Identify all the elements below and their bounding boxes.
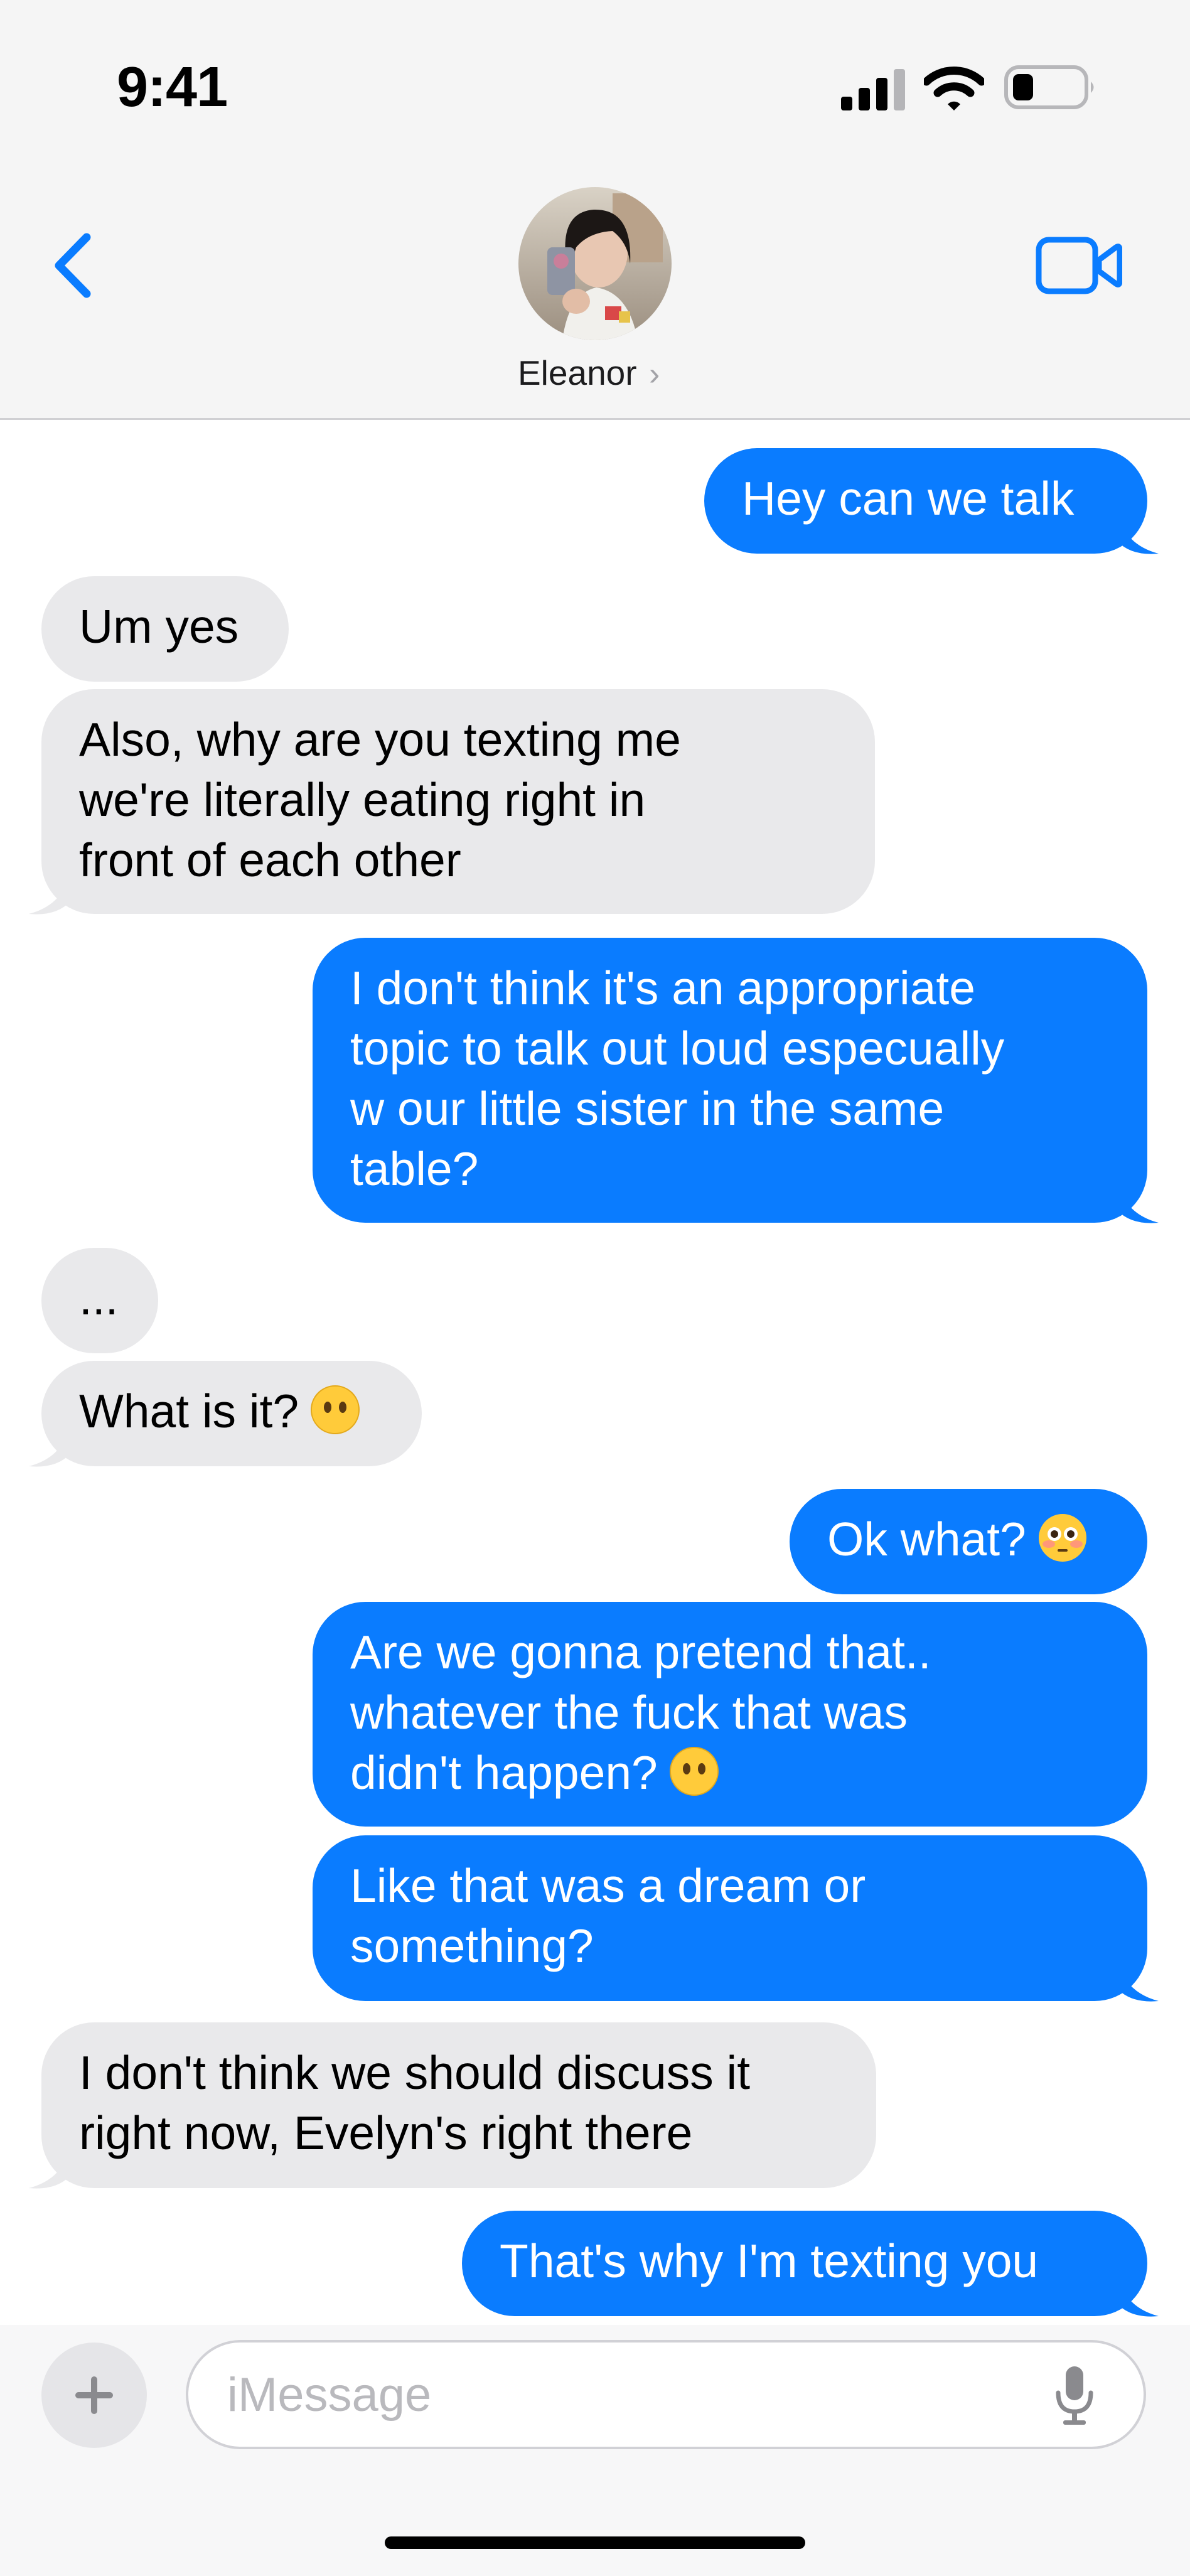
- received-message-bubble[interactable]: Um yes: [41, 576, 289, 682]
- plus-icon: [75, 2376, 113, 2414]
- sent-message-bubble[interactable]: Are we gonna pretend that.. whatever the…: [313, 1602, 1147, 1827]
- message-line: right now, Evelyn's right there: [79, 2106, 693, 2159]
- received-message-bubble[interactable]: What is it?: [41, 1361, 422, 1466]
- microphone-icon[interactable]: [1054, 2364, 1095, 2427]
- sent-message-bubble[interactable]: That's why I'm texting you: [462, 2211, 1147, 2316]
- sent-message-bubble[interactable]: Ok what?: [790, 1489, 1147, 1594]
- plus-button[interactable]: [41, 2343, 147, 2448]
- avatar[interactable]: [518, 187, 672, 340]
- navigation-header: 9:41 Eleanor ›: [0, 0, 1190, 419]
- message-line: Are we gonna pretend that..: [350, 1626, 931, 1678]
- message-text: Ok what?: [827, 1513, 1026, 1565]
- bubble-tail: [1117, 512, 1159, 554]
- message-text: ...: [79, 1272, 119, 1324]
- bubble-tail: [29, 2147, 70, 2189]
- contact-name[interactable]: Eleanor: [518, 353, 637, 393]
- wifi-icon: [924, 67, 984, 110]
- chevron-left-icon[interactable]: [50, 231, 94, 300]
- bubble-tail: [1117, 1960, 1159, 2002]
- sent-message-bubble[interactable]: Hey can we talk: [704, 448, 1147, 554]
- message-line: something?: [350, 1919, 594, 1972]
- bubble-tail: [1117, 1181, 1159, 1223]
- messages-screen: 9:41 Eleanor › Hey can we talk Um yes Al…: [0, 0, 1190, 2576]
- bubble-tail: [29, 1425, 70, 1467]
- no-mouth-face-icon: [311, 1385, 360, 1434]
- message-text: That's why I'm texting you: [500, 2235, 1039, 2287]
- chevron-right-icon[interactable]: ›: [649, 355, 660, 393]
- message-line: I don't think it's an appropriate: [350, 962, 975, 1014]
- flushed-face-icon: [1038, 1514, 1086, 1562]
- bubble-tail: [29, 872, 70, 915]
- message-placeholder: iMessage: [227, 2368, 432, 2422]
- message-line: whatever the fuck that was: [350, 1686, 908, 1739]
- header-divider: [0, 418, 1190, 420]
- message-line: topic to talk out loud especually: [350, 1022, 1005, 1075]
- received-message-bubble[interactable]: I don't think we should discuss it right…: [41, 2022, 876, 2188]
- video-camera-icon[interactable]: [1036, 235, 1122, 296]
- message-text: Hey can we talk: [742, 472, 1075, 525]
- message-text: What is it?: [79, 1385, 299, 1437]
- home-indicator: [385, 2536, 805, 2549]
- no-mouth-face-icon: [669, 1747, 719, 1796]
- message-text: Um yes: [79, 600, 239, 653]
- status-time: 9:41: [117, 56, 228, 119]
- message-line: didn't happen?: [350, 1746, 658, 1799]
- message-line: we're literally eating right in: [79, 773, 646, 826]
- sent-message-bubble[interactable]: I don't think it's an appropriate topic …: [313, 938, 1147, 1223]
- message-line: Like that was a dream or: [350, 1859, 866, 1912]
- message-line: Also, why are you texting me: [79, 713, 681, 766]
- message-input[interactable]: iMessage: [186, 2340, 1146, 2449]
- battery-icon: [1004, 65, 1094, 109]
- message-line: w our little sister in the same: [350, 1082, 945, 1135]
- received-message-bubble[interactable]: ...: [41, 1248, 158, 1353]
- cellular-signal-icon: [841, 69, 905, 110]
- message-line: I don't think we should discuss it: [79, 2046, 751, 2099]
- message-line: table?: [350, 1142, 479, 1195]
- message-line: front of each other: [79, 834, 461, 886]
- received-message-bubble[interactable]: Also, why are you texting me we're liter…: [41, 689, 875, 914]
- sent-message-bubble[interactable]: Like that was a dream or something?: [313, 1835, 1147, 2001]
- bubble-tail: [1117, 2275, 1159, 2317]
